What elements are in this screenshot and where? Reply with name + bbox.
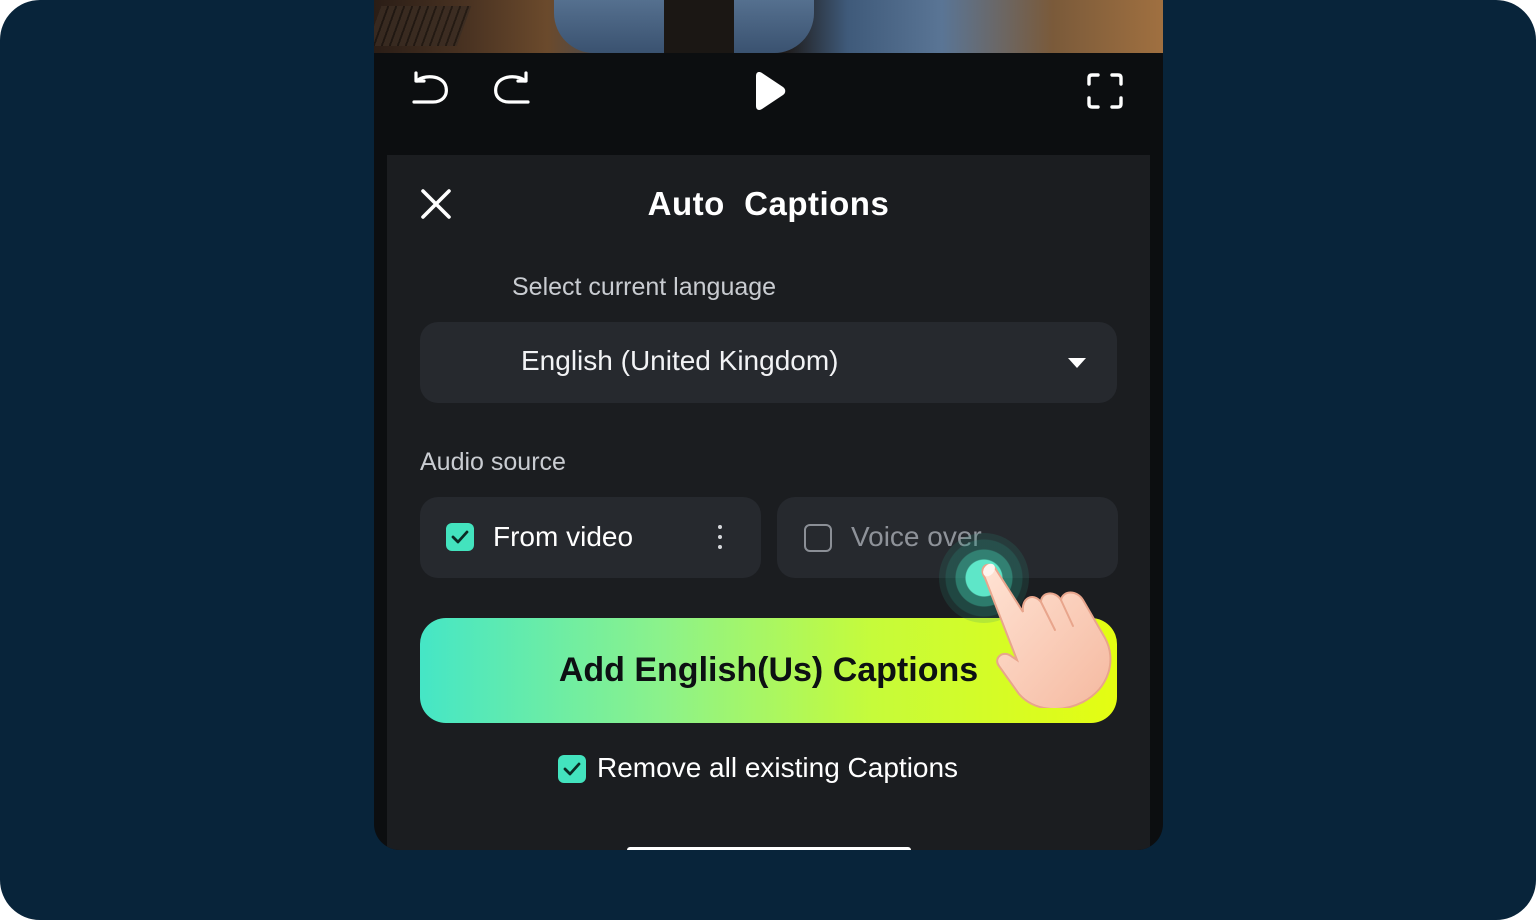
checkbox-checked-icon[interactable] bbox=[558, 755, 586, 783]
caret-down-icon bbox=[1068, 358, 1086, 368]
checkbox-checked-icon[interactable] bbox=[446, 523, 474, 551]
panel-title: Auto Captions bbox=[647, 185, 890, 222]
remove-existing-label: Remove all existing Captions bbox=[597, 752, 959, 783]
checkbox-empty-icon[interactable] bbox=[804, 524, 832, 552]
play-icon[interactable] bbox=[752, 71, 788, 111]
language-dropdown[interactable]: English (United Kingdom) bbox=[420, 322, 1117, 403]
tshirt-image bbox=[664, 0, 734, 53]
phone-screen: Auto Captions Select current language En… bbox=[374, 0, 1163, 850]
audio-source-label: Audio source bbox=[420, 448, 566, 476]
video-preview bbox=[374, 0, 1163, 53]
pointing-hand-icon bbox=[981, 563, 1112, 708]
fullscreen-icon[interactable] bbox=[1086, 72, 1124, 110]
auto-captions-panel: Auto Captions Select current language En… bbox=[387, 155, 1150, 850]
redo-icon[interactable] bbox=[492, 71, 532, 111]
home-indicator bbox=[627, 847, 911, 850]
keyboard-image bbox=[374, 6, 472, 46]
language-value: English (United Kingdom) bbox=[521, 345, 839, 376]
playback-toolbar bbox=[374, 53, 1163, 155]
more-options-icon[interactable] bbox=[710, 523, 730, 553]
page-background: Auto Captions Select current language En… bbox=[0, 0, 1536, 920]
from-video-label: From video bbox=[493, 521, 634, 552]
from-video-option[interactable]: From video bbox=[420, 497, 761, 578]
undo-icon[interactable] bbox=[410, 71, 450, 111]
language-label: Select current language bbox=[512, 273, 777, 301]
